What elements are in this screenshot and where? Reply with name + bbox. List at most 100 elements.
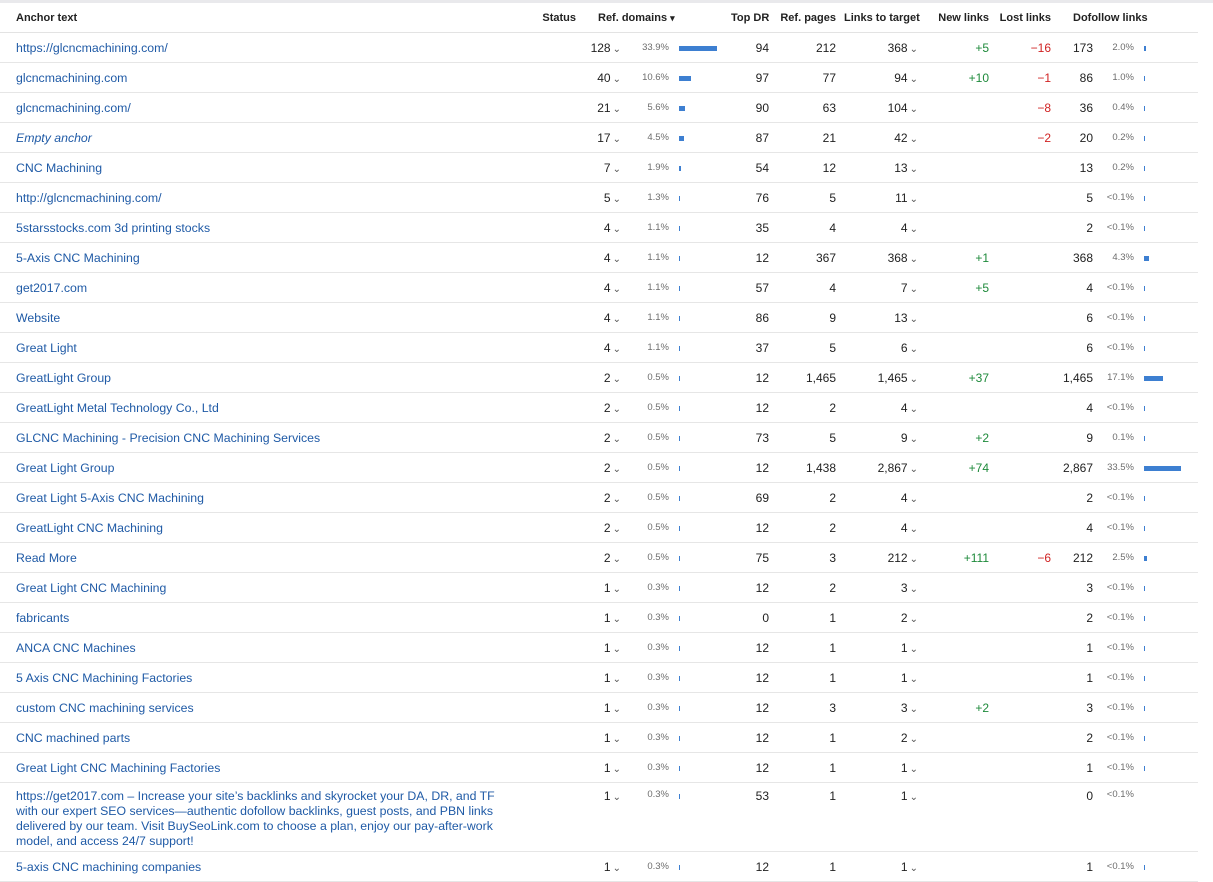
ref-domains-cell[interactable]: 1 ⌄	[580, 662, 625, 693]
ref-domains-cell[interactable]: 2 ⌄	[580, 392, 625, 423]
links-to-target-cell[interactable]: 2 ⌄	[840, 602, 922, 633]
links-to-target-cell[interactable]: 11 ⌄	[840, 182, 922, 213]
chevron-down-icon[interactable]: ⌄	[613, 344, 621, 355]
anchor-text-link[interactable]: https://glcncmachining.com/	[16, 41, 168, 55]
links-to-target-cell[interactable]: 13 ⌄	[840, 152, 922, 183]
anchor-text-link[interactable]: glcncmachining.com	[16, 71, 127, 85]
col-header-new-links[interactable]: New links	[922, 4, 993, 33]
chevron-down-icon[interactable]: ⌄	[613, 764, 621, 775]
chevron-down-icon[interactable]: ⌄	[613, 404, 621, 415]
links-to-target-cell[interactable]: 3 ⌄	[840, 692, 922, 723]
links-to-target-cell[interactable]: 368 ⌄	[840, 242, 922, 273]
col-header-anchor-text[interactable]: Anchor text	[0, 4, 525, 33]
ref-domains-cell[interactable]: 1 ⌄	[580, 722, 625, 753]
ref-domains-cell[interactable]: 4 ⌄	[580, 242, 625, 273]
chevron-down-icon[interactable]: ⌄	[613, 792, 621, 803]
chevron-down-icon[interactable]: ⌄	[613, 194, 621, 205]
chevron-down-icon[interactable]: ⌄	[910, 344, 918, 355]
anchor-text-link[interactable]: Website	[16, 311, 60, 325]
links-to-target-cell[interactable]: 4 ⌄	[840, 482, 922, 513]
chevron-down-icon[interactable]: ⌄	[613, 644, 621, 655]
chevron-down-icon[interactable]: ⌄	[910, 314, 918, 325]
chevron-down-icon[interactable]: ⌄	[613, 704, 621, 715]
chevron-down-icon[interactable]: ⌄	[613, 164, 621, 175]
chevron-down-icon[interactable]: ⌄	[910, 764, 918, 775]
chevron-down-icon[interactable]: ⌄	[613, 614, 621, 625]
col-header-ref-pages[interactable]: Ref. pages	[773, 4, 840, 33]
anchor-text-link[interactable]: Great Light 5-Axis CNC Machining	[16, 491, 204, 505]
ref-domains-cell[interactable]: 2 ⌄	[580, 512, 625, 543]
col-header-top-dr[interactable]: Top DR	[727, 4, 773, 33]
chevron-down-icon[interactable]: ⌄	[910, 224, 918, 235]
chevron-down-icon[interactable]: ⌄	[613, 284, 621, 295]
col-header-dofollow-links[interactable]: Dofollow links	[1055, 4, 1198, 33]
links-to-target-cell[interactable]: 1 ⌄	[840, 662, 922, 693]
anchor-text-link[interactable]: CNC machined parts	[16, 731, 130, 745]
chevron-down-icon[interactable]: ⌄	[613, 554, 621, 565]
anchor-text-link[interactable]: GreatLight Group	[16, 371, 111, 385]
ref-domains-cell[interactable]: 1 ⌄	[580, 572, 625, 603]
links-to-target-cell[interactable]: 2 ⌄	[840, 722, 922, 753]
chevron-down-icon[interactable]: ⌄	[613, 314, 621, 325]
links-to-target-cell[interactable]: 94 ⌄	[840, 62, 922, 93]
ref-domains-cell[interactable]: 1 ⌄	[580, 692, 625, 723]
anchor-text-link[interactable]: Great Light CNC Machining	[16, 581, 166, 595]
anchor-text-link[interactable]: Great Light Group	[16, 461, 114, 475]
chevron-down-icon[interactable]: ⌄	[613, 134, 621, 145]
links-to-target-cell[interactable]: 1 ⌄	[840, 851, 922, 882]
anchor-text-link[interactable]: CNC Machining	[16, 161, 102, 175]
chevron-down-icon[interactable]: ⌄	[910, 134, 918, 145]
ref-domains-cell[interactable]: 21 ⌄	[580, 92, 625, 123]
links-to-target-cell[interactable]: 7 ⌄	[840, 272, 922, 303]
anchor-text-link[interactable]: http://glcncmachining.com/	[16, 191, 162, 205]
links-to-target-cell[interactable]: 13 ⌄	[840, 302, 922, 333]
chevron-down-icon[interactable]: ⌄	[910, 704, 918, 715]
anchor-text-link[interactable]: glcncmachining.com/	[16, 101, 131, 115]
ref-domains-cell[interactable]: 2 ⌄	[580, 422, 625, 453]
ref-domains-cell[interactable]: 4 ⌄	[580, 212, 625, 243]
chevron-down-icon[interactable]: ⌄	[910, 863, 918, 874]
chevron-down-icon[interactable]: ⌄	[910, 254, 918, 265]
links-to-target-cell[interactable]: 212 ⌄	[840, 542, 922, 573]
chevron-down-icon[interactable]: ⌄	[613, 74, 621, 85]
anchor-text-link[interactable]: Great Light CNC Machining Factories	[16, 761, 220, 775]
anchor-text-link[interactable]: 5-Axis CNC Machining	[16, 251, 140, 265]
links-to-target-cell[interactable]: 1 ⌄	[840, 782, 922, 852]
ref-domains-cell[interactable]: 4 ⌄	[580, 272, 625, 303]
chevron-down-icon[interactable]: ⌄	[613, 734, 621, 745]
chevron-down-icon[interactable]: ⌄	[910, 374, 918, 385]
chevron-down-icon[interactable]: ⌄	[910, 614, 918, 625]
ref-domains-cell[interactable]: 17 ⌄	[580, 122, 625, 153]
chevron-down-icon[interactable]: ⌄	[910, 674, 918, 685]
links-to-target-cell[interactable]: 1 ⌄	[840, 632, 922, 663]
anchor-text-link[interactable]: 5starsstocks.com 3d printing stocks	[16, 221, 210, 235]
chevron-down-icon[interactable]: ⌄	[910, 644, 918, 655]
chevron-down-icon[interactable]: ⌄	[910, 464, 918, 475]
chevron-down-icon[interactable]: ⌄	[613, 254, 621, 265]
links-to-target-cell[interactable]: 4 ⌄	[840, 212, 922, 243]
ref-domains-cell[interactable]: 1 ⌄	[580, 632, 625, 663]
anchor-text-link[interactable]: get2017.com	[16, 281, 87, 295]
chevron-down-icon[interactable]: ⌄	[910, 44, 918, 55]
links-to-target-cell[interactable]: 6 ⌄	[840, 332, 922, 363]
chevron-down-icon[interactable]: ⌄	[613, 863, 621, 874]
links-to-target-cell[interactable]: 2,867 ⌄	[840, 452, 922, 483]
chevron-down-icon[interactable]: ⌄	[613, 374, 621, 385]
ref-domains-cell[interactable]: 128 ⌄	[580, 32, 625, 63]
ref-domains-cell[interactable]: 5 ⌄	[580, 182, 625, 213]
ref-domains-cell[interactable]: 1 ⌄	[580, 752, 625, 783]
chevron-down-icon[interactable]: ⌄	[613, 584, 621, 595]
links-to-target-cell[interactable]: 4 ⌄	[840, 512, 922, 543]
anchor-text-link[interactable]: GLCNC Machining - Precision CNC Machinin…	[16, 431, 320, 445]
chevron-down-icon[interactable]: ⌄	[613, 44, 621, 55]
chevron-down-icon[interactable]: ⌄	[910, 734, 918, 745]
ref-domains-cell[interactable]: 40 ⌄	[580, 62, 625, 93]
chevron-down-icon[interactable]: ⌄	[613, 494, 621, 505]
chevron-down-icon[interactable]: ⌄	[910, 74, 918, 85]
col-header-links-to-target[interactable]: Links to target	[840, 4, 922, 33]
links-to-target-cell[interactable]: 3 ⌄	[840, 572, 922, 603]
ref-domains-cell[interactable]: 1 ⌄	[580, 851, 625, 882]
ref-domains-cell[interactable]: 2 ⌄	[580, 452, 625, 483]
links-to-target-cell[interactable]: 368 ⌄	[840, 32, 922, 63]
chevron-down-icon[interactable]: ⌄	[613, 524, 621, 535]
